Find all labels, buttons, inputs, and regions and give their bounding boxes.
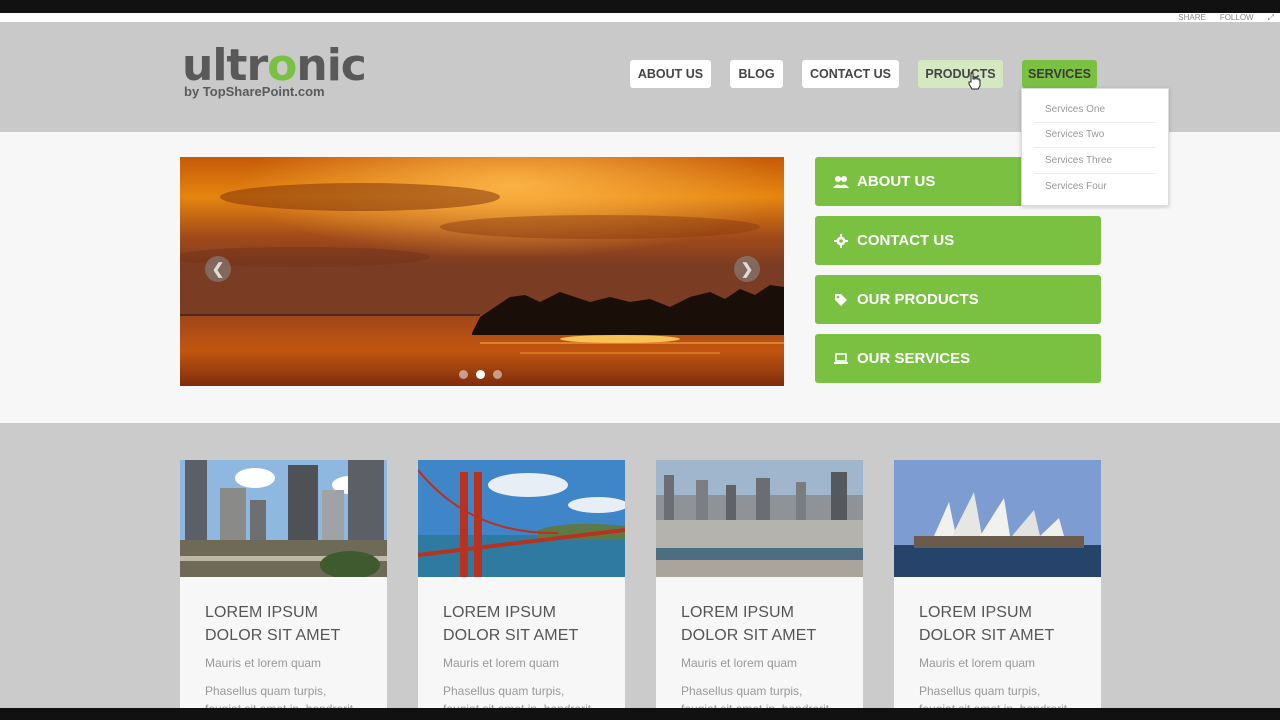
- follow-link[interactable]: FOLLOW: [1220, 13, 1254, 22]
- quick-link-our-products[interactable]: OUR PRODUCTS: [815, 275, 1101, 324]
- focus-icon[interactable]: ⤢: [1268, 13, 1274, 22]
- card-subtitle: Mauris et lorem quam: [205, 656, 322, 670]
- feature-card[interactable]: LOREM IPSUM DOLOR SIT AMET Mauris et lore…: [418, 460, 625, 708]
- nav-services[interactable]: SERVICES: [1022, 60, 1097, 88]
- services-dropdown: Services One Services Two Services Three…: [1021, 88, 1169, 206]
- nav-about-us[interactable]: ABOUT US: [630, 60, 711, 88]
- nav-products[interactable]: PRODUCTS: [918, 60, 1003, 88]
- quick-link-label: ABOUT US: [857, 173, 936, 190]
- city-aerial-image: [656, 460, 863, 577]
- laptop-icon: [833, 351, 849, 367]
- card-text: Phasellus quam turpis, feugiat sit amet …: [919, 684, 1067, 708]
- dropdown-item-services-four[interactable]: Services Four: [1034, 174, 1156, 200]
- card-subtitle: Mauris et lorem quam: [919, 656, 1036, 670]
- dropdown-item-services-three[interactable]: Services Three: [1034, 148, 1156, 174]
- card-title: LOREM IPSUM DOLOR SIT AMET: [443, 604, 579, 644]
- quick-link-label: OUR PRODUCTS: [857, 291, 979, 308]
- image-slider[interactable]: [180, 157, 784, 386]
- card-title: LOREM IPSUM DOLOR SIT AMET: [919, 604, 1055, 644]
- card-text: Phasellus quam turpis, feugiat sit amet …: [681, 684, 829, 708]
- quick-link-label: OUR SERVICES: [857, 350, 971, 367]
- dropdown-item-services-two[interactable]: Services Two: [1034, 123, 1156, 148]
- card-subtitle: Mauris et lorem quam: [443, 656, 560, 670]
- gear-icon: [833, 233, 849, 249]
- nav-contact-us[interactable]: CONTACT US: [802, 60, 899, 88]
- quick-link-our-services[interactable]: OUR SERVICES: [815, 334, 1101, 383]
- slider-prev-button[interactable]: ❮: [205, 256, 231, 282]
- quick-link-label: CONTACT US: [857, 232, 955, 249]
- quick-link-contact-us[interactable]: CONTACT US: [815, 216, 1101, 265]
- card-title: LOREM IPSUM DOLOR SIT AMET: [205, 604, 341, 644]
- card-title: LOREM IPSUM DOLOR SIT AMET: [681, 604, 817, 644]
- nav-blog[interactable]: BLOG: [730, 60, 783, 88]
- slider-pagination: [459, 370, 502, 379]
- slider-dot-3[interactable]: [493, 370, 502, 379]
- share-link[interactable]: SHARE: [1178, 13, 1206, 22]
- dropdown-item-services-one[interactable]: Services One: [1034, 97, 1156, 123]
- sydney-opera-house-image: [894, 460, 1101, 577]
- sunset-lake-image: [180, 157, 784, 386]
- hand-cursor-icon: [968, 72, 981, 90]
- feature-card[interactable]: LOREM IPSUM DOLOR SIT AMET Mauris et lore…: [180, 460, 387, 708]
- golden-gate-bridge-image: [418, 460, 625, 577]
- top-black-bar: [0, 0, 1280, 13]
- slider-dot-1[interactable]: [459, 370, 468, 379]
- city-skyline-image: [180, 460, 387, 577]
- slider-next-button[interactable]: ❯: [734, 256, 760, 282]
- card-subtitle: Mauris et lorem quam: [681, 656, 798, 670]
- logo-wordmark: ultronic: [182, 40, 367, 91]
- users-icon: [833, 174, 849, 190]
- bottom-black-bar: [0, 708, 1280, 720]
- card-text: Phasellus quam turpis, feugiat sit amet …: [205, 684, 353, 708]
- tag-icon: [833, 292, 849, 308]
- feature-card[interactable]: LOREM IPSUM DOLOR SIT AMET Mauris et lore…: [656, 460, 863, 708]
- sharepoint-ribbon: SHARE FOLLOW ⤢: [0, 13, 1280, 22]
- card-text: Phasellus quam turpis, feugiat sit amet …: [443, 684, 591, 708]
- site-logo[interactable]: ultronic by TopSharePoint.com: [182, 40, 367, 100]
- feature-card[interactable]: LOREM IPSUM DOLOR SIT AMET Mauris et lore…: [894, 460, 1101, 708]
- slider-dot-2[interactable]: [476, 370, 485, 379]
